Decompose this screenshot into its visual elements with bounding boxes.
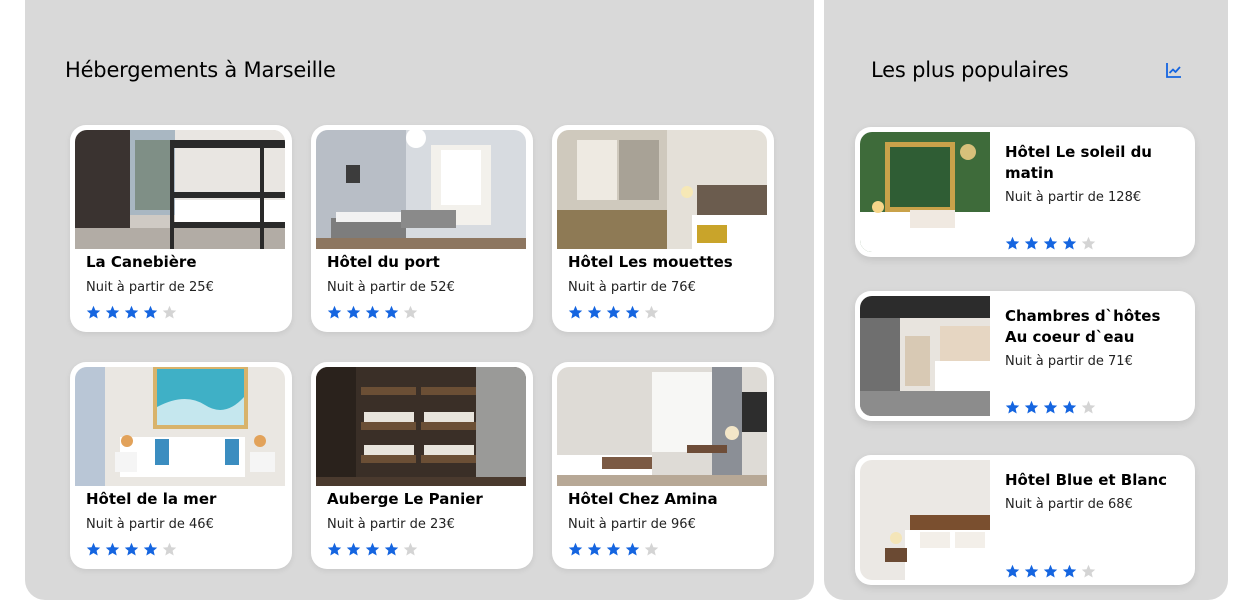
star-filled-icon (1024, 236, 1039, 250)
hotel-name: Auberge Le Panier (327, 490, 483, 508)
hotel-card[interactable]: Hôtel Chez Amina Nuit à partir de 96€ (552, 362, 774, 569)
trending-chart-icon[interactable] (1165, 61, 1183, 79)
star-filled-icon (1043, 400, 1058, 414)
star-filled-icon (384, 305, 399, 319)
hotel-price: Nuit à partir de 52€ (327, 280, 455, 295)
popular-title: Les plus populaires (871, 58, 1069, 82)
rating-stars (327, 542, 418, 557)
star-filled-icon (1005, 564, 1020, 578)
hotel-price: Nuit à partir de 76€ (568, 280, 696, 295)
hotel-card[interactable]: Auberge Le Panier Nuit à partir de 23€ (311, 362, 533, 569)
rating-stars (568, 305, 659, 320)
rating-stars (1005, 236, 1096, 251)
hotel-price: Nuit à partir de 23€ (327, 517, 455, 532)
star-filled-icon (1005, 236, 1020, 250)
star-filled-icon (124, 305, 139, 319)
hotel-price: Nuit à partir de 71€ (1005, 354, 1133, 369)
star-empty-icon (403, 305, 418, 319)
hotel-price: Nuit à partir de 68€ (1005, 497, 1133, 512)
star-filled-icon (86, 542, 101, 556)
hotel-price: Nuit à partir de 46€ (86, 517, 214, 532)
hotel-name: Hôtel Les mouettes (568, 253, 733, 271)
hotel-photo (860, 296, 990, 416)
hotel-card[interactable]: Hôtel du port Nuit à partir de 52€ (311, 125, 533, 332)
star-empty-icon (1081, 564, 1096, 578)
star-empty-icon (1081, 236, 1096, 250)
hotel-name: Chambres d`hôtes Au coeur d`eau (1005, 307, 1161, 346)
hotel-photo (75, 130, 285, 249)
star-empty-icon (644, 305, 659, 319)
star-empty-icon (1081, 400, 1096, 414)
popular-hotel-card[interactable]: Hôtel Le soleil du matin Nuit à partir d… (855, 127, 1195, 257)
hotel-photo (860, 132, 990, 252)
hotel-card[interactable]: Hôtel Les mouettes Nuit à partir de 76€ (552, 125, 774, 332)
rating-stars (568, 542, 659, 557)
star-filled-icon (105, 305, 120, 319)
star-filled-icon (384, 542, 399, 556)
star-filled-icon (625, 305, 640, 319)
star-empty-icon (403, 542, 418, 556)
star-filled-icon (365, 305, 380, 319)
star-empty-icon (162, 305, 177, 319)
hotel-price: Nuit à partir de 96€ (568, 517, 696, 532)
hotel-name: La Canebière (86, 253, 197, 271)
star-filled-icon (105, 542, 120, 556)
rating-stars (86, 305, 177, 320)
star-filled-icon (1005, 400, 1020, 414)
hotel-photo (316, 130, 526, 249)
star-filled-icon (1043, 236, 1058, 250)
popular-hotel-card[interactable]: Hôtel Blue et Blanc Nuit à partir de 68€ (855, 455, 1195, 585)
star-filled-icon (327, 305, 342, 319)
star-empty-icon (162, 542, 177, 556)
hotel-price: Nuit à partir de 25€ (86, 280, 214, 295)
hotel-photo (557, 130, 767, 249)
star-filled-icon (568, 542, 583, 556)
star-filled-icon (587, 305, 602, 319)
hotel-card[interactable]: Hôtel de la mer Nuit à partir de 46€ (70, 362, 292, 569)
hotel-photo (316, 367, 526, 486)
hotel-photo (75, 367, 285, 486)
star-empty-icon (644, 542, 659, 556)
star-filled-icon (124, 542, 139, 556)
star-filled-icon (1024, 564, 1039, 578)
hotel-name: Hôtel Blue et Blanc (1005, 471, 1168, 489)
page-title: Hébergements à Marseille (65, 58, 336, 82)
star-filled-icon (346, 305, 361, 319)
star-filled-icon (327, 542, 342, 556)
star-filled-icon (1024, 400, 1039, 414)
hotel-photo (860, 460, 990, 580)
hotel-price: Nuit à partir de 128€ (1005, 190, 1142, 205)
rating-stars (86, 542, 177, 557)
star-filled-icon (143, 305, 158, 319)
star-filled-icon (606, 305, 621, 319)
rating-stars (327, 305, 418, 320)
star-filled-icon (1043, 564, 1058, 578)
star-filled-icon (568, 305, 583, 319)
hotel-name: Hôtel Chez Amina (568, 490, 718, 508)
star-filled-icon (365, 542, 380, 556)
star-filled-icon (346, 542, 361, 556)
rating-stars (1005, 400, 1096, 415)
star-filled-icon (143, 542, 158, 556)
hotel-name: Hôtel du port (327, 253, 440, 271)
star-filled-icon (86, 305, 101, 319)
hotel-card[interactable]: La Canebière Nuit à partir de 25€ (70, 125, 292, 332)
star-filled-icon (587, 542, 602, 556)
hotel-photo (557, 367, 767, 486)
hotel-name: Hôtel de la mer (86, 490, 217, 508)
hotel-name: Hôtel Le soleil du matin (1005, 143, 1152, 182)
star-filled-icon (625, 542, 640, 556)
star-filled-icon (1062, 564, 1077, 578)
star-filled-icon (1062, 400, 1077, 414)
popular-hotel-card[interactable]: Chambres d`hôtes Au coeur d`eau Nuit à p… (855, 291, 1195, 421)
star-filled-icon (1062, 236, 1077, 250)
star-filled-icon (606, 542, 621, 556)
rating-stars (1005, 564, 1096, 579)
